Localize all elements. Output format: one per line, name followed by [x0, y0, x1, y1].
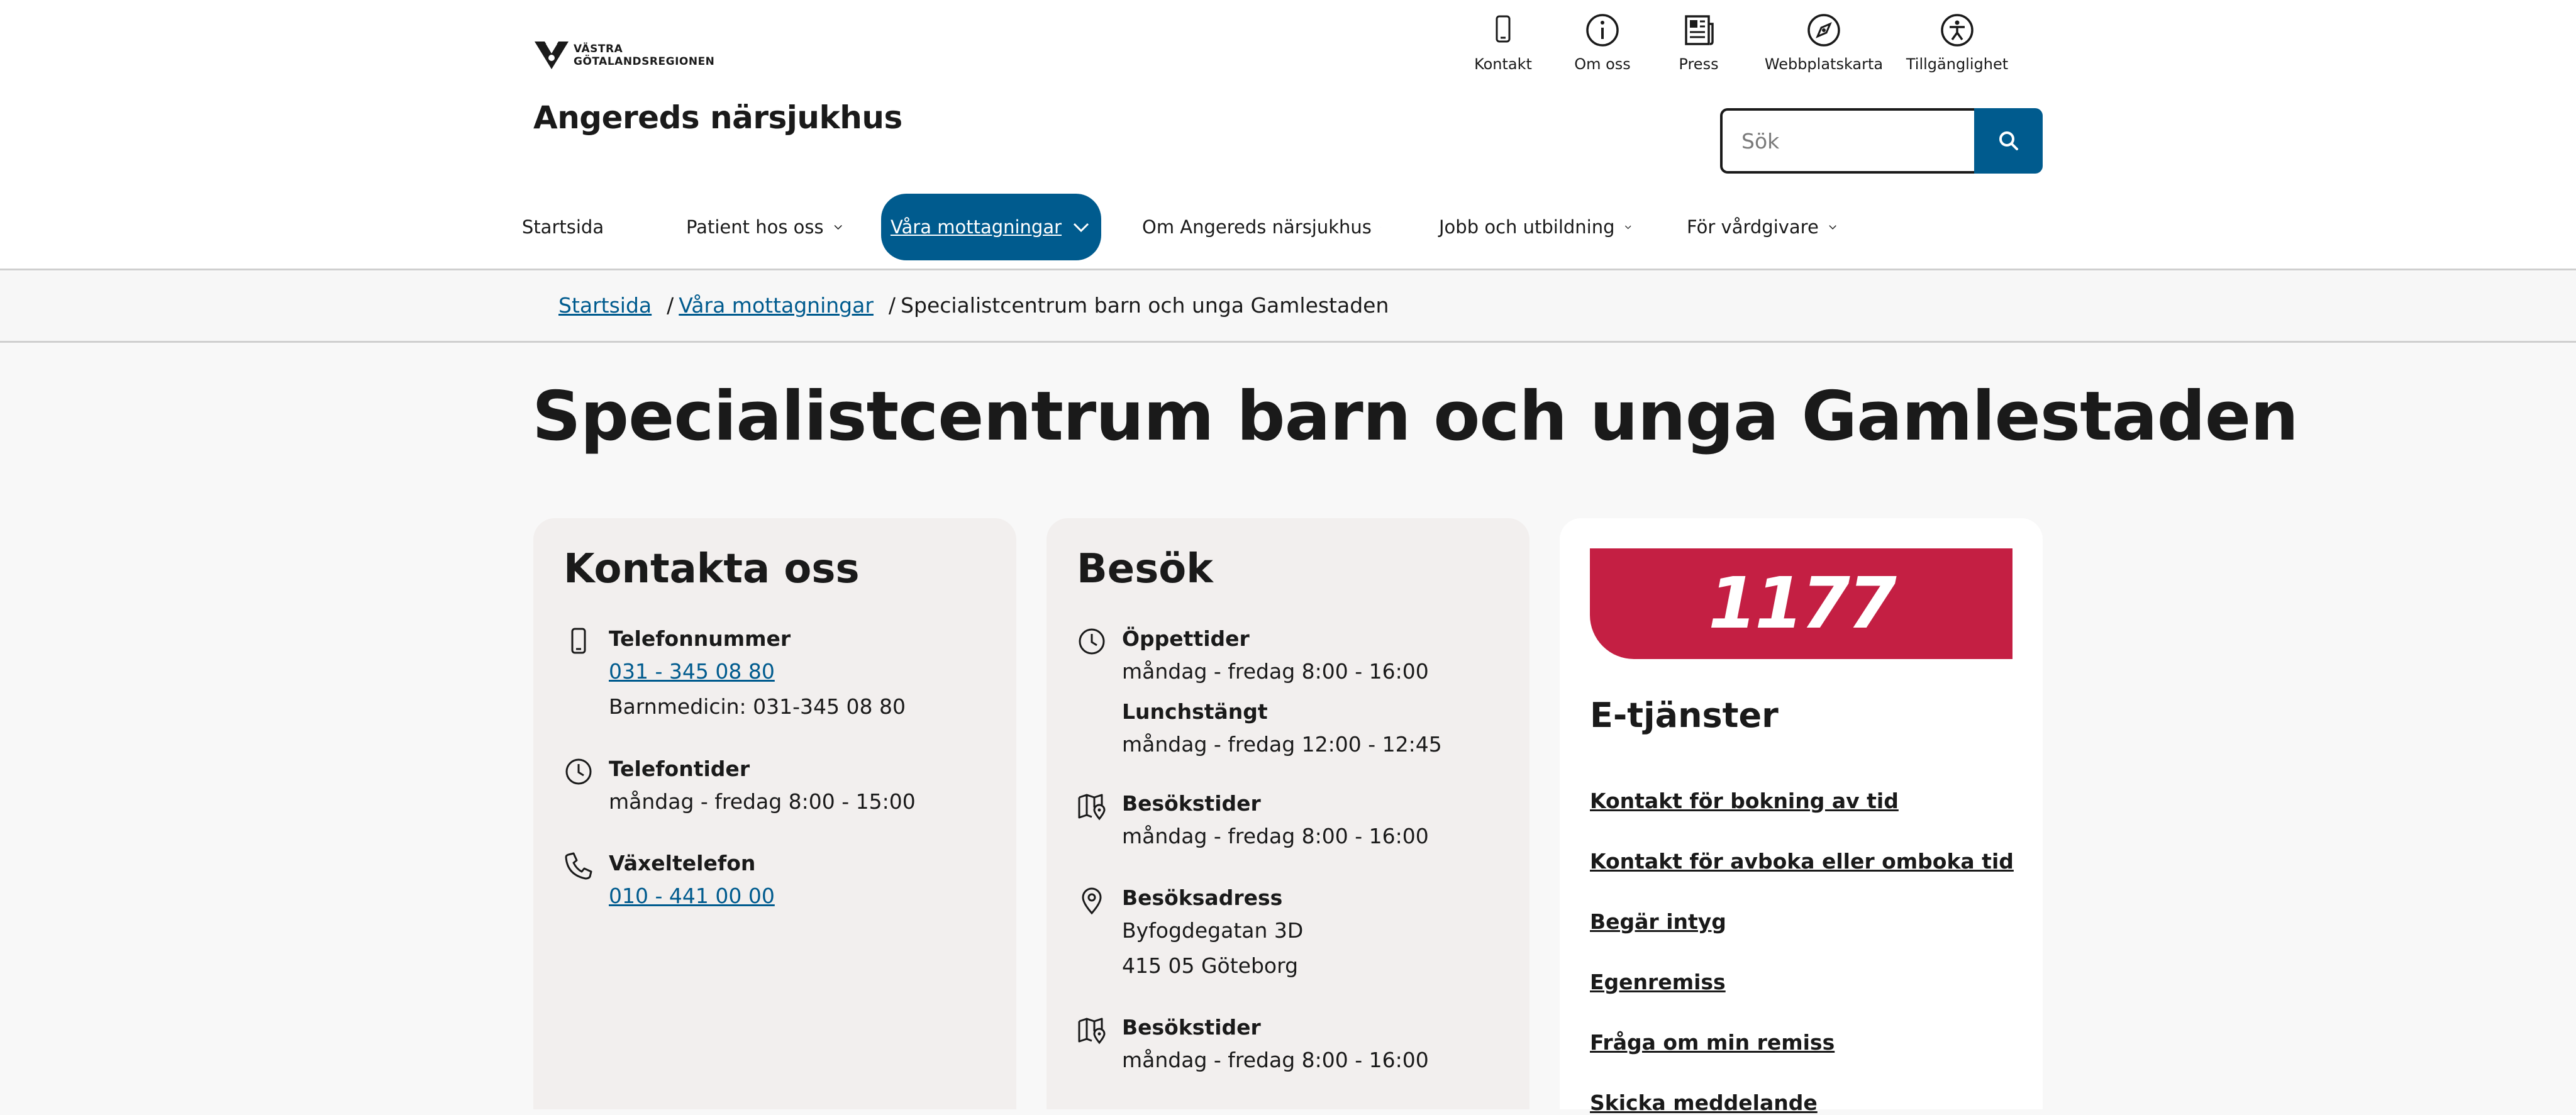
contact-card-title: Kontakta oss: [564, 546, 860, 592]
util-link-kontakt[interactable]: Kontakt: [1446, 11, 1560, 73]
eservice-link[interactable]: Kontakt för avboka eller omboka tid: [1590, 849, 2014, 874]
chevron-down-icon: [1073, 223, 1089, 233]
hours-heading: Telefontider: [609, 757, 750, 781]
hours-text: måndag - fredag 8:00 - 15:00: [609, 789, 916, 814]
clock-icon: [565, 758, 592, 785]
util-label: Webbplatskarta: [1764, 55, 1884, 73]
nav-vara-mottagningar[interactable]: Våra mottagningar: [881, 194, 1101, 260]
mobile-phone-icon: [571, 628, 586, 654]
search-input[interactable]: [1720, 108, 1974, 174]
address-line1: Byfogdegatan 3D: [1122, 918, 1304, 943]
vgr-logo[interactable]: VÄSTRA GÖTALANDSREGIONEN: [533, 39, 714, 72]
location-pin-icon: [1082, 887, 1102, 915]
breadcrumb: Startsida / Våra mottagningar / Specialistce…: [558, 293, 1389, 318]
eservice-link[interactable]: Skicka meddelande: [1590, 1090, 1818, 1115]
compass-icon: [1807, 14, 1840, 47]
util-link-tillganglighet[interactable]: Tillgänglighet: [1901, 11, 2014, 73]
lunch-text: måndag - fredag 12:00 - 12:45: [1122, 732, 1442, 757]
vgr-logo-text: VÄSTRA GÖTALANDSREGIONEN: [574, 43, 714, 68]
logo-text-line2: GÖTALANDSREGIONEN: [574, 55, 715, 68]
1177-logo: 1177: [1708, 563, 1897, 645]
util-label: Press: [1679, 55, 1719, 73]
vgr-logo-icon: [535, 42, 569, 69]
nav-label: För vårdgivare: [1687, 216, 1819, 238]
phone-heading: Telefonnummer: [609, 626, 791, 651]
util-link-webbplatskarta[interactable]: Webbplatskarta: [1764, 11, 1884, 73]
eservice-link[interactable]: Egenremiss: [1590, 970, 1726, 994]
phone-note: Barnmedicin: 031-345 08 80: [609, 694, 906, 719]
site-header: VÄSTRA GÖTALANDSREGIONEN Kontakt Om oss …: [0, 0, 2576, 270]
eservice-link[interactable]: Kontakt för bokning av tid: [1590, 789, 1899, 813]
accessibility-icon: [1941, 14, 1974, 47]
eservice-link[interactable]: Begär intyg: [1590, 909, 1726, 934]
page-title: Specialistcentrum barn och unga Gamlesta…: [532, 377, 2299, 456]
visiting2-heading: Besökstider: [1122, 1015, 1261, 1040]
breadcrumb-current: Specialistcentrum barn och unga Gamlesta…: [901, 293, 1389, 318]
nav-label: Jobb och utbildning: [1439, 216, 1615, 238]
site-title[interactable]: Angereds närsjukhus: [533, 99, 902, 136]
address-heading: Besöksadress: [1122, 885, 1283, 910]
lunch-heading: Lunchstängt: [1122, 699, 1268, 724]
chevron-down-icon: [834, 225, 842, 230]
breadcrumb-separator: /: [667, 293, 674, 318]
1177-banner[interactable]: 1177: [1590, 548, 2012, 659]
nav-patient-hos-oss[interactable]: Patient hos oss: [686, 194, 843, 260]
nav-om-angereds[interactable]: Om Angereds närsjukhus: [1142, 194, 1381, 260]
clock-icon: [1079, 628, 1105, 655]
nav-label: Om Angereds närsjukhus: [1142, 216, 1372, 238]
search-icon: [1999, 131, 2018, 150]
nav-label: Startsida: [521, 216, 604, 238]
map-pin-icon: [1078, 794, 1106, 821]
visit-card-title: Besök: [1077, 546, 1213, 592]
logo-text-line1: VÄSTRA: [574, 43, 623, 55]
nav-label: Patient hos oss: [686, 216, 824, 238]
util-link-press[interactable]: Press: [1642, 11, 1755, 73]
telephone-icon: [565, 852, 592, 880]
eservices-card: 1177 E-tjänster Kontakt för bokning av t…: [1560, 518, 2043, 1115]
chevron-down-icon: [1829, 225, 1836, 230]
util-label: Kontakt: [1474, 55, 1532, 73]
breadcrumb-separator: /: [888, 293, 896, 318]
util-label: Om oss: [1574, 55, 1631, 73]
chevron-down-icon: [1624, 225, 1631, 230]
visiting2-text: måndag - fredag 8:00 - 16:00: [1122, 1048, 1429, 1072]
contact-card: Kontakta oss Telefonnummer 031 - 345 08 …: [533, 518, 1016, 1109]
nav-for-vardgivare[interactable]: För vårdgivare: [1687, 194, 1838, 260]
newspaper-icon: [1685, 15, 1714, 45]
nav-startsida[interactable]: Startsida: [522, 194, 604, 260]
eservice-link[interactable]: Fråga om min remiss: [1590, 1030, 1835, 1055]
utility-nav: Kontakt Om oss Press Webbplatskarta Till…: [1446, 11, 2050, 80]
breadcrumb-link-startsida[interactable]: Startsida: [558, 293, 652, 318]
opening-text: måndag - fredag 8:00 - 16:00: [1122, 659, 1429, 684]
phone-number-link[interactable]: 031 - 345 08 80: [609, 659, 775, 684]
info-icon: [1586, 14, 1619, 47]
eservices-title: E-tjänster: [1590, 696, 1779, 735]
address-line2: 415 05 Göteborg: [1122, 953, 1299, 978]
phone-icon: [1496, 15, 1511, 43]
search-button[interactable]: [1974, 108, 2043, 174]
util-label: Tillgänglighet: [1906, 55, 2009, 73]
visiting-text: måndag - fredag 8:00 - 16:00: [1122, 824, 1429, 848]
nav-label: Våra mottagningar: [890, 216, 1062, 238]
map-pin-icon: [1078, 1018, 1106, 1045]
chevron-down-icon: [1380, 226, 1381, 228]
breadcrumb-link-vara-mottagningar[interactable]: Våra mottagningar: [679, 293, 874, 318]
visit-card: Besök Öppettider måndag - fredag 8:00 - …: [1046, 518, 1530, 1109]
switch-number-link[interactable]: 010 - 441 00 00: [609, 884, 775, 908]
nav-jobb-och-utbildning[interactable]: Jobb och utbildning: [1439, 194, 1632, 260]
visiting-heading: Besökstider: [1122, 791, 1261, 816]
search-form: [1720, 108, 2043, 174]
switch-heading: Växeltelefon: [609, 851, 756, 875]
opening-heading: Öppettider: [1122, 626, 1250, 651]
